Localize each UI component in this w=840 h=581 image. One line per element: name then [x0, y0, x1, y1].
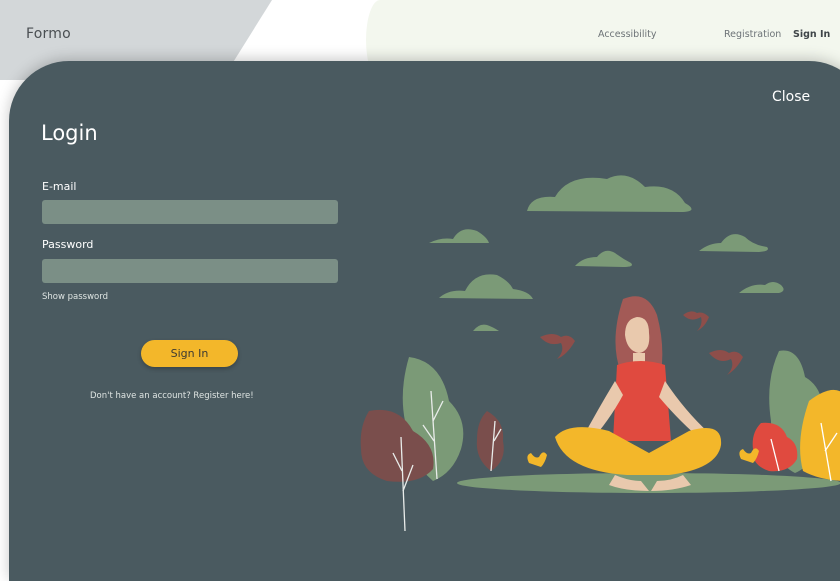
brand-logo[interactable]: Formo — [26, 26, 71, 42]
plant-left-small — [476, 411, 504, 471]
sign-in-button[interactable]: Sign In — [141, 340, 238, 367]
nav-accessibility-link[interactable]: Accessibility — [598, 29, 656, 40]
cloud-shapes — [429, 175, 784, 331]
top-navigation: Formo Accessibility Registration Sign In — [0, 0, 840, 62]
meditation-illustration — [360, 175, 840, 532]
close-button[interactable]: Close — [772, 89, 810, 105]
login-modal: Close Login E-mail Password Show passwor… — [9, 61, 840, 581]
woman-figure — [555, 296, 722, 491]
nav-sign-in-link[interactable]: Sign In — [793, 29, 830, 40]
show-password-toggle[interactable]: Show password — [42, 292, 108, 302]
register-link[interactable]: Don't have an account? Register here! — [90, 391, 254, 401]
nav-registration-link[interactable]: Registration — [724, 29, 781, 40]
login-title: Login — [41, 121, 98, 145]
ground-ellipse — [457, 473, 840, 493]
password-field[interactable] — [42, 259, 338, 283]
email-field[interactable] — [42, 200, 338, 224]
password-label: Password — [42, 238, 94, 251]
email-label: E-mail — [42, 180, 77, 193]
